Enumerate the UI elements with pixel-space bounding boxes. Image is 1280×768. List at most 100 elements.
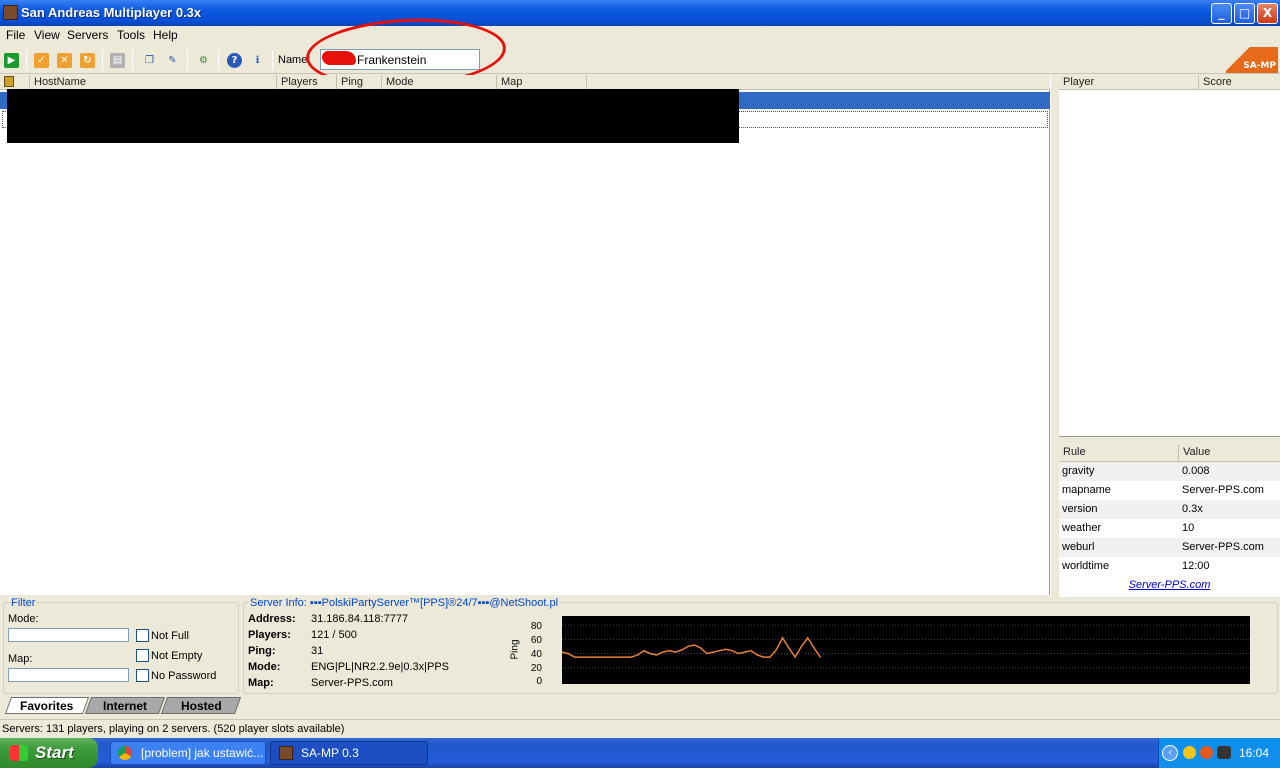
not-empty-checkbox[interactable] [136,649,149,662]
ping-point [687,645,689,647]
players-label: Players: [248,629,291,641]
taskbar-item-samp[interactable]: SA-MP 0.3 [270,741,428,765]
no-password-checkbox[interactable] [136,669,149,682]
rule-row: mapname Server-PPS.com [1059,481,1280,500]
tab-favorites[interactable]: Favorites [4,697,90,714]
chrome-icon [118,746,132,760]
players-value: 121 / 500 [311,629,357,641]
not-empty-label: Not Empty [151,650,203,662]
minimize-button[interactable]: _ [1211,3,1232,24]
col-rule[interactable]: Rule [1059,445,1179,462]
tray-app-icon[interactable] [1183,746,1196,759]
ping-point [605,656,607,658]
rule-value: 10 [1182,522,1195,534]
ping-series-line [561,636,821,659]
ping-point [737,653,739,655]
no-password-label: No Password [151,670,217,682]
y-tick-label: 20 [530,663,542,674]
lock-column-header[interactable] [0,75,30,90]
col-player[interactable]: Player [1059,75,1199,90]
map-value: Server-PPS.com [311,677,393,689]
filter-title: Filter [10,597,37,609]
tray-expand-icon[interactable]: ‹ [1162,745,1178,761]
menu-bar: File View Servers Tools Help [0,26,1280,45]
address-label: Address: [248,613,296,625]
menu-tools[interactable]: Tools [117,28,145,42]
map-filter-input[interactable] [8,668,129,682]
refresh-icon[interactable]: ↻ [80,53,95,68]
ping-point [800,645,802,647]
rule-row: weburl Server-PPS.com [1059,538,1280,557]
col-ping[interactable]: Ping [337,75,382,90]
ping-point [750,650,752,652]
splitter[interactable] [1050,75,1059,595]
tray-app-icon[interactable] [1200,746,1213,759]
ping-point [744,651,746,653]
windows-logo-icon [10,745,28,761]
ping-point [630,656,632,658]
y-tick-label: 40 [530,649,542,660]
samp-app-icon [3,5,18,20]
toolbar: ▶ ✓ ✕ ↻ ▤ ❐ ✎ ⚙ ? ℹ Name: Frankenstein [0,46,1280,74]
menu-help[interactable]: Help [153,28,178,42]
not-full-checkbox[interactable] [136,629,149,642]
ping-point [718,650,721,652]
rules-list[interactable]: Rule Value gravity 0.008 mapname Server-PP… [1059,445,1280,597]
taskbar-item-label: SA-MP 0.3 [301,746,359,760]
col-map[interactable]: Map [497,75,587,90]
ping-point [580,656,582,658]
ping-point [637,654,639,656]
menu-view[interactable]: View [34,28,60,42]
ping-point [611,656,613,658]
connect-icon[interactable]: ▶ [4,53,19,68]
ping-point [756,654,758,656]
ping-point [706,653,708,655]
col-players[interactable]: Players [277,75,337,90]
ping-point [781,637,784,639]
col-mode[interactable]: Mode [382,75,497,90]
samp-taskbar-icon [279,746,293,760]
taskbar-item-label: [problem] jak ustawić... [141,746,264,760]
about-icon[interactable]: ℹ [250,53,265,68]
player-list[interactable]: Player Score [1059,75,1280,437]
edit-icon[interactable]: ✎ [165,53,180,68]
ping-point [725,648,727,650]
delete-server-icon[interactable]: ✕ [57,53,72,68]
ping-point [788,647,790,649]
ping-value: 31 [311,645,324,657]
rule-name: worldtime [1062,560,1110,572]
ping-point [618,656,620,658]
maximize-button[interactable]: □ [1234,3,1255,24]
col-score[interactable]: Score [1199,75,1280,90]
col-hostname[interactable]: HostName [30,75,277,90]
server-list[interactable]: HostName Players Ping Mode Map [0,75,1050,595]
copy-icon[interactable]: ❐ [142,53,157,68]
rcon-icon[interactable]: ⚙ [196,53,211,68]
map-label: Map: [8,653,33,665]
server-info-title: Server Info: ▪▪▪PolskiPartyServer™[PPS]®… [249,597,560,609]
properties-icon[interactable]: ▤ [110,53,125,68]
rule-row: weather 10 [1059,519,1280,538]
col-value[interactable]: Value [1179,445,1280,462]
close-button[interactable]: X [1257,3,1278,24]
tab-internet[interactable]: Internet [84,697,166,714]
ping-point [807,637,809,639]
mode-filter-input[interactable] [8,628,129,642]
ping-point [592,656,595,658]
ping-label: Ping: [248,645,276,657]
samp-logo: SA-MP [1226,47,1278,73]
rule-name: weather [1062,522,1102,534]
rule-value: Server-PPS.com [1182,484,1264,496]
help-icon[interactable]: ? [227,53,242,68]
taskbar-item-browser[interactable]: [problem] jak ustawić... [110,741,266,765]
add-server-icon[interactable]: ✓ [34,53,49,68]
menu-file[interactable]: File [6,28,25,42]
menu-servers[interactable]: Servers [67,28,108,42]
redaction-box [7,89,739,143]
tab-hosted[interactable]: Hosted [160,697,242,714]
website-link[interactable]: Server-PPS.com [1059,579,1280,591]
tray-app-icon[interactable] [1217,746,1231,759]
ping-point [769,656,771,658]
window-title: San Andreas Multiplayer 0.3x [21,5,202,20]
ping-point [819,656,821,658]
